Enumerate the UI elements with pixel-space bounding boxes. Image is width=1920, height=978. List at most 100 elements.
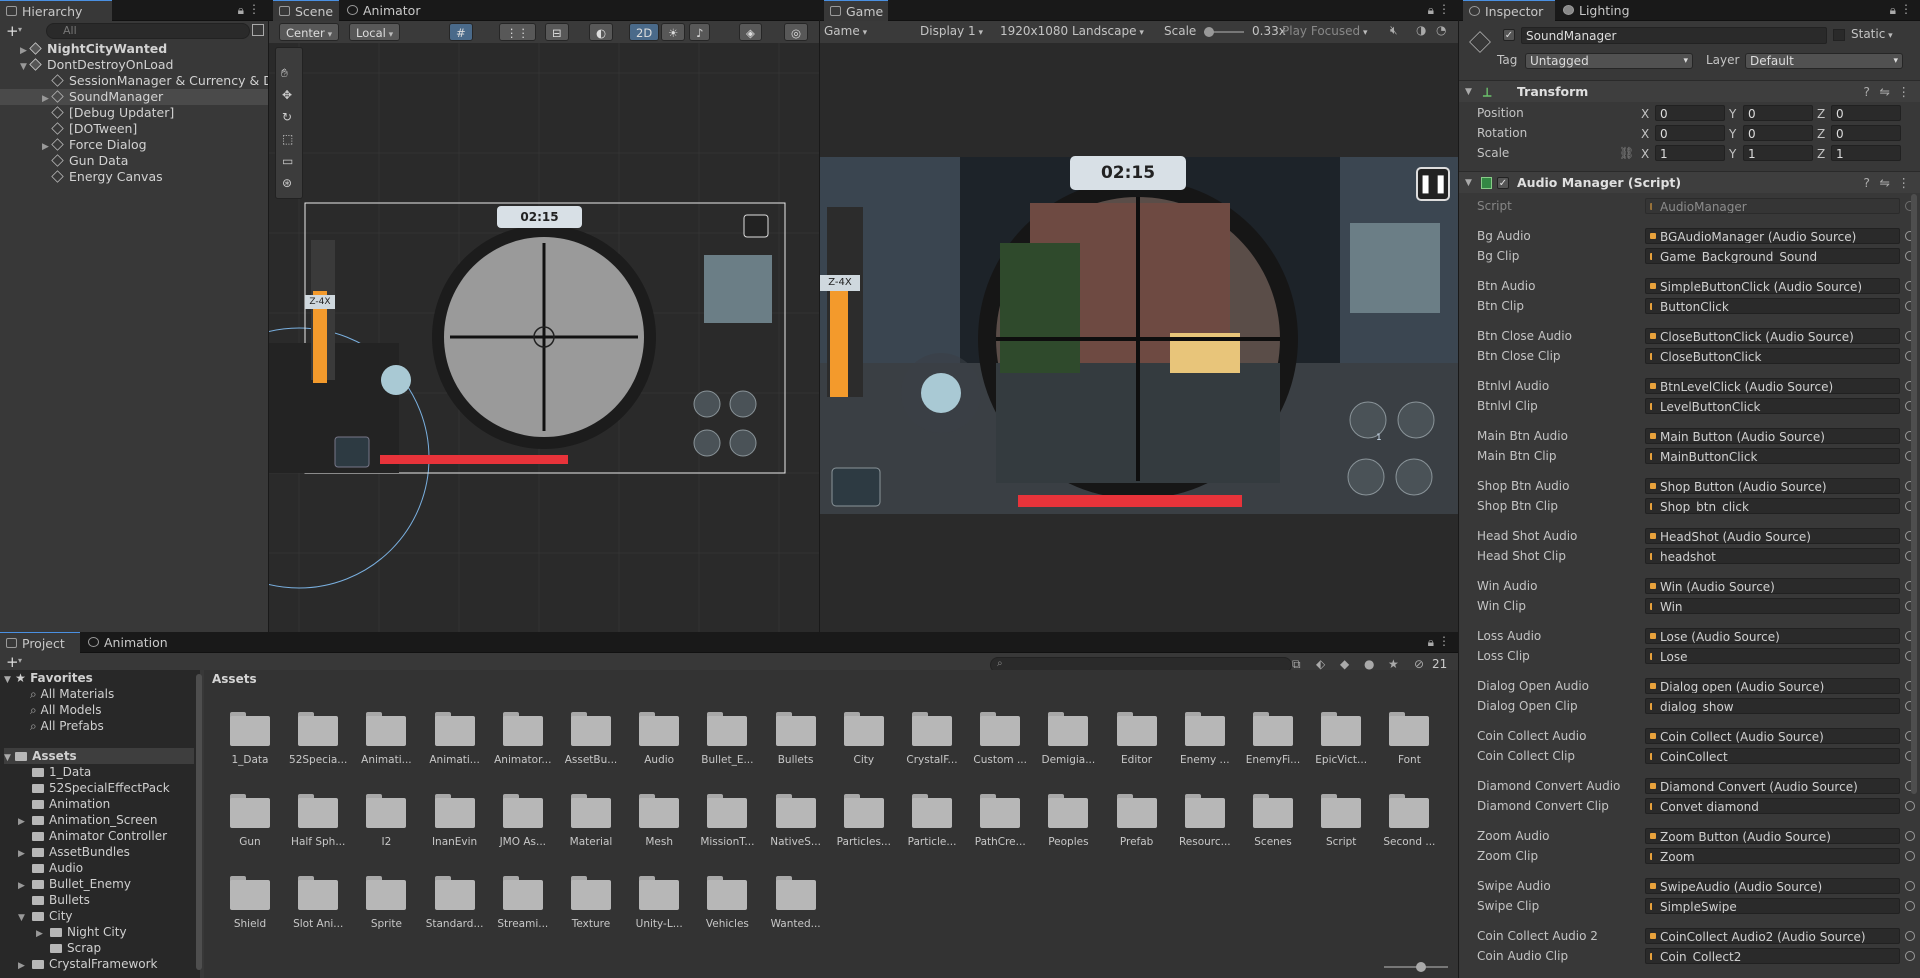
icon-size-slider[interactable] xyxy=(1384,962,1448,972)
asset-folder[interactable]: Material xyxy=(561,794,621,866)
audio-source-field[interactable]: Main Button (Audio Source) xyxy=(1645,428,1900,444)
asset-folder[interactable]: 1_Data xyxy=(220,712,280,784)
asset-folder[interactable]: Gun xyxy=(220,794,280,866)
hierarchy-item[interactable]: SessionManager & Currency & Da xyxy=(0,73,268,89)
audio-source-field[interactable]: BGAudioManager (Audio Source) xyxy=(1645,228,1900,244)
audio-clip-field[interactable]: Lose xyxy=(1645,648,1900,664)
icon-size-slider-handle[interactable] xyxy=(1416,962,1426,972)
audio-manager-header[interactable]: ▼ ✓ Audio Manager (Script) ? ⇋ ⋮ xyxy=(1459,171,1920,193)
asset-folder[interactable]: NativeS... xyxy=(766,794,826,866)
audio-source-field[interactable]: SwipeAudio (Audio Source) xyxy=(1645,878,1900,894)
scale-slider-handle[interactable] xyxy=(1204,27,1214,37)
inspector-lock-icon[interactable]: 🔒︎ xyxy=(1890,3,1896,18)
inspector-scrollbar[interactable] xyxy=(1911,194,1917,794)
asset-folder[interactable]: Demigia... xyxy=(1038,712,1098,784)
ruler-button[interactable]: ⊟ xyxy=(545,23,569,41)
tab-scene[interactable]: Scene xyxy=(273,0,339,21)
object-picker-icon[interactable] xyxy=(1905,831,1915,841)
object-picker-icon[interactable] xyxy=(1905,801,1915,811)
pause-button[interactable]: ❚❚ xyxy=(1416,167,1450,201)
help-icon[interactable]: ? xyxy=(1863,81,1870,103)
project-folder-item[interactable]: ▶ Bullet_Enemy xyxy=(18,876,131,892)
object-picker-icon[interactable] xyxy=(1905,931,1915,941)
audio-source-field[interactable]: CoinCollect Audio2 (Audio Source) xyxy=(1645,928,1900,944)
transform-x-field[interactable]: X0 xyxy=(1641,105,1725,121)
scene-visibility-icon[interactable] xyxy=(252,24,264,36)
tab-game[interactable]: Game xyxy=(824,0,888,21)
asset-folder[interactable]: Vehicles xyxy=(697,876,757,948)
asset-folder[interactable]: Wanted... xyxy=(766,876,826,948)
move-tool-icon[interactable]: ✥ xyxy=(282,88,292,102)
shading-mode-button[interactable]: ◐ xyxy=(589,23,614,41)
audio-clip-field[interactable]: Zoom xyxy=(1645,848,1900,864)
static-checkbox[interactable] xyxy=(1833,29,1845,41)
component-menu-icon[interactable]: ⋮ xyxy=(1898,172,1911,194)
audio-clip-field[interactable]: Convet diamond xyxy=(1645,798,1900,814)
transform-header[interactable]: ▼ ⟂ Transform ? ⇋ ⋮ xyxy=(1459,80,1920,102)
project-folder-item[interactable]: ▶ Animation_Screen xyxy=(18,812,157,828)
audio-clip-field[interactable]: dialog_show xyxy=(1645,698,1900,714)
2d-mode-button[interactable]: 2D xyxy=(629,23,660,41)
layers-icon[interactable]: ◈ xyxy=(739,23,762,41)
stats-icon[interactable]: ◑ xyxy=(1416,23,1426,37)
scale-tool-icon[interactable]: ⬚ xyxy=(282,132,293,146)
tab-animation[interactable]: Animation xyxy=(82,632,176,653)
object-picker-icon[interactable] xyxy=(1905,951,1915,961)
asset-folder[interactable]: Editor xyxy=(1107,712,1167,784)
asset-folder[interactable]: Audio xyxy=(629,712,689,784)
asset-folder[interactable]: AssetBu... xyxy=(561,712,621,784)
asset-folder[interactable]: MissionT... xyxy=(697,794,757,866)
audio-clip-field[interactable]: MainButtonClick xyxy=(1645,448,1900,464)
audio-source-field[interactable]: Dialog open (Audio Source) xyxy=(1645,678,1900,694)
hand-tool-icon[interactable]: ✋︎ xyxy=(281,66,288,81)
foldout-arrow-icon[interactable]: ▶ xyxy=(18,958,32,974)
asset-folder[interactable]: Enemy ... xyxy=(1175,712,1235,784)
object-picker-icon[interactable] xyxy=(1905,851,1915,861)
project-folder-item[interactable]: ▶ Night City xyxy=(36,924,127,940)
audio-clip-field[interactable]: SimpleSwipe xyxy=(1645,898,1900,914)
gizmos-icon[interactable]: ◔ xyxy=(1436,23,1446,37)
foldout-arrow-icon[interactable]: ▼ xyxy=(1465,81,1472,103)
asset-folder[interactable]: InanEvin xyxy=(425,794,485,866)
game-viewport[interactable]: 02:15 Z-4X ❚❚ 1 xyxy=(820,43,1458,632)
tree-scrollbar[interactable] xyxy=(196,674,202,970)
asset-folder[interactable]: EpicVict... xyxy=(1311,712,1371,784)
asset-folder[interactable]: I2 xyxy=(356,794,416,866)
asset-folder[interactable]: City xyxy=(834,712,894,784)
scale-slider[interactable] xyxy=(1204,27,1244,37)
chevron-down-icon[interactable]: ▾ xyxy=(18,25,22,34)
lighting-toggle-icon[interactable]: ☀︎ xyxy=(661,23,686,41)
object-picker-icon[interactable] xyxy=(1905,881,1915,891)
foldout-arrow-icon[interactable]: ▼ xyxy=(18,910,32,926)
asset-folder[interactable]: Font xyxy=(1379,712,1439,784)
add-icon[interactable]: + xyxy=(6,22,19,40)
asset-folder[interactable]: Texture xyxy=(561,876,621,948)
preset-icon[interactable]: ⇋ xyxy=(1880,172,1890,194)
audio-source-field[interactable]: CloseButtonClick (Audio Source) xyxy=(1645,328,1900,344)
transform-y-field[interactable]: Y0 xyxy=(1729,105,1813,121)
more-menu-icon[interactable]: ⋮ xyxy=(248,2,260,16)
project-folder-item[interactable]: 52SpecialEffectPack xyxy=(18,780,170,796)
audio-source-field[interactable]: Coin Collect (Audio Source) xyxy=(1645,728,1900,744)
audio-source-field[interactable]: Win (Audio Source) xyxy=(1645,578,1900,594)
chevron-down-icon[interactable]: ▾ xyxy=(18,656,22,665)
tab-inspector[interactable]: Inspector xyxy=(1463,0,1555,21)
transform-z-field[interactable]: Z1 xyxy=(1817,145,1901,161)
asset-folder[interactable]: Animati... xyxy=(425,712,485,784)
inspector-more-icon[interactable]: ⋮ xyxy=(1900,2,1912,16)
project-folder-item[interactable]: ▶ CrystalFramework xyxy=(18,956,158,972)
transform-z-field[interactable]: Z0 xyxy=(1817,125,1901,141)
asset-folder[interactable]: Prefab xyxy=(1107,794,1167,866)
transform-x-field[interactable]: X1 xyxy=(1641,145,1725,161)
rotate-tool-icon[interactable]: ↻ xyxy=(282,110,292,124)
project-folder-item[interactable]: Scrap xyxy=(36,940,101,956)
transform-y-field[interactable]: Y1 xyxy=(1729,145,1813,161)
audio-clip-field[interactable]: Coin_Collect2 xyxy=(1645,948,1900,964)
enabled-checkbox[interactable]: ✓ xyxy=(1497,177,1509,189)
visibility-icon[interactable]: ◎ xyxy=(784,23,809,41)
project-folder-item[interactable]: ▼ City xyxy=(18,908,73,924)
audio-source-field[interactable]: Lose (Audio Source) xyxy=(1645,628,1900,644)
asset-folder[interactable]: Animator... xyxy=(493,712,553,784)
breadcrumb[interactable]: Assets xyxy=(212,672,257,686)
transform-z-field[interactable]: Z0 xyxy=(1817,105,1901,121)
